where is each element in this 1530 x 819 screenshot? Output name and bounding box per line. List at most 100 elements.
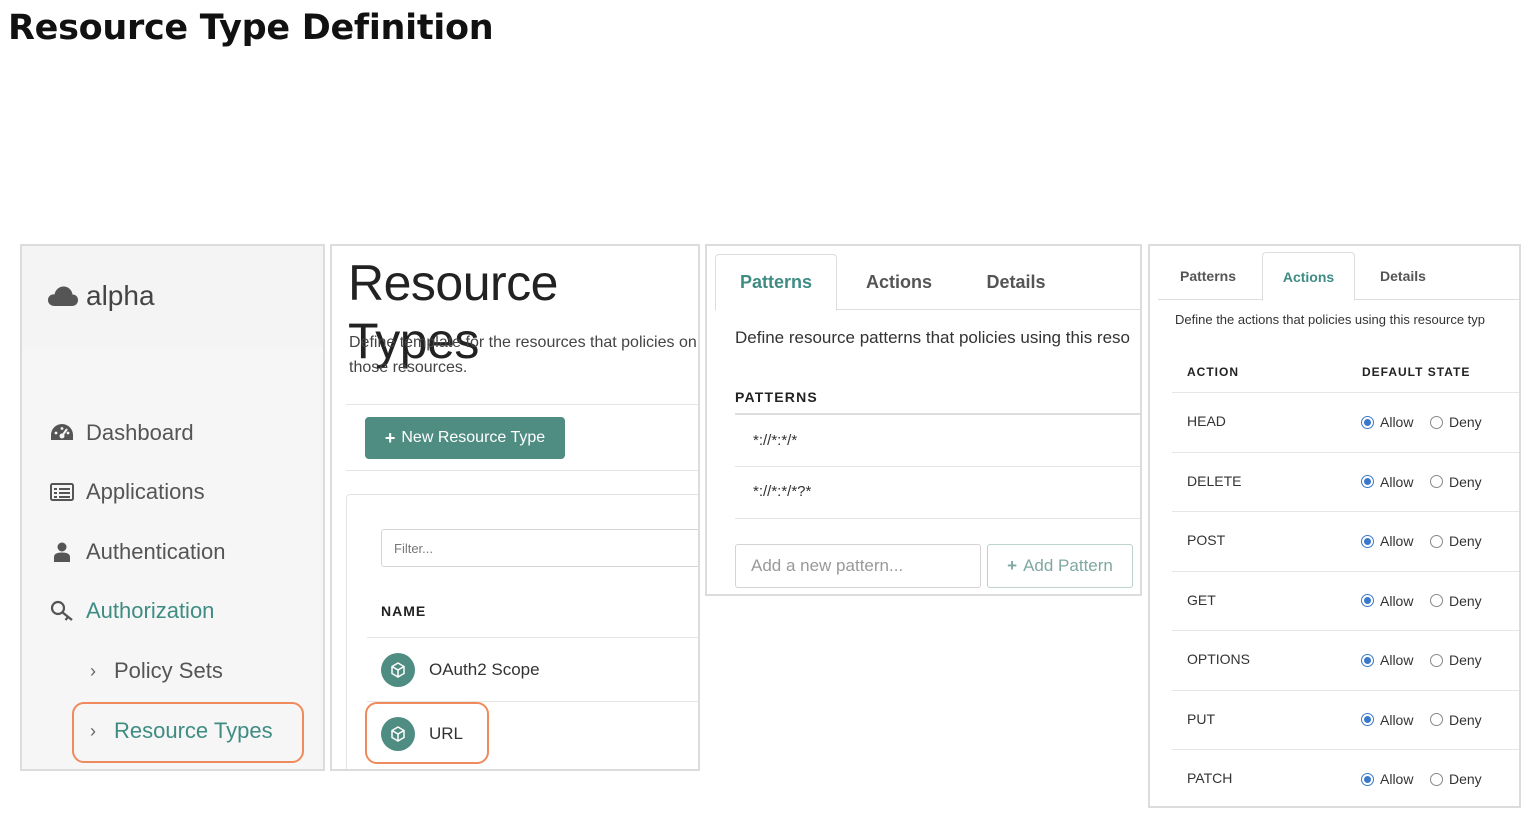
divider xyxy=(735,413,1140,415)
radio-icon xyxy=(1430,594,1443,607)
divider xyxy=(346,470,698,471)
add-pattern-label: Add Pattern xyxy=(1023,556,1113,575)
divider xyxy=(346,404,698,405)
radio-icon xyxy=(1361,772,1374,786)
realm-selector[interactable]: alpha xyxy=(48,280,155,312)
patterns-description: Define resource patterns that policies u… xyxy=(735,328,1130,347)
radio-icon xyxy=(1361,594,1374,607)
radio-icon xyxy=(1430,534,1443,548)
radio-icon xyxy=(1361,713,1374,726)
allow-radio[interactable]: Allow xyxy=(1361,712,1413,728)
sidebar-item-applications[interactable]: Applications xyxy=(50,479,205,505)
radio-label: Allow xyxy=(1380,592,1414,609)
user-icon xyxy=(50,540,74,564)
patterns-panel: Patterns Actions Details Define resource… xyxy=(705,244,1142,596)
plus-icon: + xyxy=(1007,556,1018,575)
add-pattern-button[interactable]: + Add Pattern xyxy=(987,544,1133,588)
action-name: PATCH xyxy=(1187,770,1233,786)
plus-icon: + xyxy=(384,427,396,448)
action-row: POST Allow Deny xyxy=(1172,511,1519,570)
key-icon xyxy=(50,599,74,623)
divider xyxy=(735,518,1140,519)
deny-radio[interactable]: Deny xyxy=(1430,712,1482,728)
radio-icon xyxy=(1361,475,1374,488)
action-row: DELETE Allow Deny xyxy=(1172,451,1519,511)
sidebar-item-dashboard[interactable]: Dashboard xyxy=(50,420,194,446)
dashboard-icon xyxy=(50,421,74,445)
radio-icon xyxy=(1430,415,1443,429)
tab-details[interactable]: Details xyxy=(1358,252,1448,300)
sidebar-item-label: Authorization xyxy=(86,598,215,623)
cloud-icon xyxy=(48,286,78,306)
allow-radio[interactable]: Allow xyxy=(1361,474,1413,490)
allow-radio[interactable]: Allow xyxy=(1361,771,1413,787)
action-name: HEAD xyxy=(1187,413,1226,429)
actions-panel: Patterns Actions Details Define the acti… xyxy=(1148,244,1521,808)
sidebar-panel: alpha Dashboard Applications Authenticat… xyxy=(20,244,325,771)
new-resource-type-label: New Resource Type xyxy=(401,429,546,446)
allow-radio[interactable]: Allow xyxy=(1361,414,1413,430)
radio-label: Deny xyxy=(1449,533,1482,549)
deny-radio[interactable]: Deny xyxy=(1430,593,1482,609)
cube-icon xyxy=(381,652,415,687)
allow-radio[interactable]: Allow xyxy=(1361,593,1413,609)
radio-label: Deny xyxy=(1449,473,1482,490)
realm-header: alpha xyxy=(22,246,323,348)
sidebar-item-authentication[interactable]: Authentication xyxy=(50,539,225,565)
radio-label: Allow xyxy=(1380,652,1414,668)
radio-icon xyxy=(1430,475,1443,488)
sidebar-item-label: Dashboard xyxy=(86,420,194,445)
radio-label: Allow xyxy=(1380,711,1414,728)
column-header-default-state: DEFAULT STATE xyxy=(1362,365,1471,379)
page-title: Resource Type Definition xyxy=(8,8,494,48)
action-name: POST xyxy=(1187,532,1226,548)
patterns-header: PATTERNS xyxy=(735,389,818,405)
filter-input[interactable]: Filter... xyxy=(381,529,698,567)
column-header-action: ACTION xyxy=(1187,365,1239,379)
radio-label: Allow xyxy=(1380,473,1414,490)
radio-icon xyxy=(1430,653,1443,667)
action-row: PATCH Allow Deny xyxy=(1172,749,1519,806)
allow-radio[interactable]: Allow xyxy=(1361,652,1413,668)
applications-icon xyxy=(50,480,74,504)
tab-actions[interactable]: Actions xyxy=(843,254,955,310)
radio-icon xyxy=(1430,772,1443,786)
deny-radio[interactable]: Deny xyxy=(1430,771,1482,787)
pattern-item[interactable]: *://*:*/* xyxy=(753,432,797,449)
deny-radio[interactable]: Deny xyxy=(1430,652,1482,668)
action-name: PUT xyxy=(1187,710,1215,727)
row-name: OAuth2 Scope xyxy=(429,659,540,679)
deny-radio[interactable]: Deny xyxy=(1430,474,1482,490)
action-row: GET Allow Deny xyxy=(1172,570,1519,630)
table-row[interactable]: OAuth2 Scope xyxy=(367,637,698,701)
deny-radio[interactable]: Deny xyxy=(1430,414,1482,430)
radio-label: Deny xyxy=(1449,414,1482,430)
tab-actions[interactable]: Actions xyxy=(1262,252,1355,301)
deny-radio[interactable]: Deny xyxy=(1430,533,1482,549)
column-header-name: NAME xyxy=(381,603,427,619)
radio-label: Deny xyxy=(1449,592,1482,609)
radio-icon xyxy=(1361,534,1374,548)
new-resource-type-button[interactable]: + New Resource Type xyxy=(365,417,565,459)
chevron-right-icon: › xyxy=(90,660,96,681)
radio-label: Deny xyxy=(1449,711,1482,728)
action-row: PUT Allow Deny xyxy=(1172,689,1519,749)
radio-label: Allow xyxy=(1380,771,1414,787)
radio-label: Deny xyxy=(1449,652,1482,668)
sidebar-item-authorization[interactable]: Authorization xyxy=(50,598,214,624)
sidebar-item-label: Policy Sets xyxy=(114,658,223,683)
sidebar-item-policy-sets[interactable]: › Policy Sets xyxy=(90,658,223,684)
allow-radio[interactable]: Allow xyxy=(1361,533,1413,549)
radio-label: Allow xyxy=(1380,533,1414,549)
tab-patterns[interactable]: Patterns xyxy=(715,254,837,311)
radio-icon xyxy=(1361,415,1374,429)
tab-details[interactable]: Details xyxy=(961,254,1071,310)
action-name: OPTIONS xyxy=(1187,651,1251,667)
tab-patterns[interactable]: Patterns xyxy=(1158,252,1258,300)
resource-types-description: Define template for the resources that p… xyxy=(349,334,697,376)
realm-name: alpha xyxy=(86,280,155,311)
highlight-url-row xyxy=(365,702,489,764)
pattern-item[interactable]: *://*:*/*?* xyxy=(753,483,811,500)
sidebar-item-label: Applications xyxy=(86,479,205,504)
new-pattern-input[interactable]: Add a new pattern... xyxy=(735,544,981,588)
